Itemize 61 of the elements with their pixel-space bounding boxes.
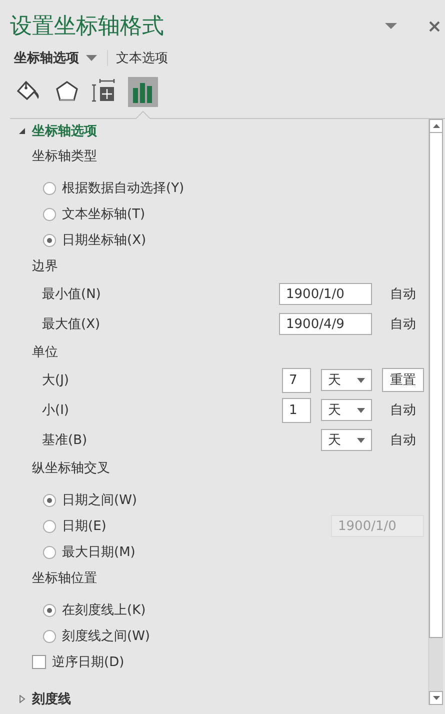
tab[interactable]: 坐标轴选项 [14,49,79,67]
field-label: 小(I) [41,402,70,419]
unit-text: 天 [328,372,341,389]
dropdown-icon[interactable] [385,22,397,30]
radio-label[interactable]: 在刻度线上(K) [62,601,146,619]
number-field[interactable]: 1 [282,398,311,422]
auto-label: 自动 [389,432,417,449]
radio-label[interactable]: 刻度线之间(W) [62,627,150,645]
radio-button[interactable] [43,520,56,532]
group-heading: 坐标轴位置 [32,570,97,587]
unit-dropdown[interactable]: 天 [321,429,372,451]
pane-title: 设置坐标轴格式 [10,13,165,41]
checkbox-label[interactable]: 逆序日期(D) [52,653,124,671]
auto-label: 自动 [389,316,417,333]
caret-icon[interactable] [357,378,365,382]
scroll-down-icon[interactable] [429,691,443,705]
field-label: 最小值(N) [41,286,102,303]
radio-button[interactable] [43,234,56,246]
section-header[interactable]: 刻度线 [32,690,71,708]
reset-button[interactable]: 重置 [382,368,424,392]
group-heading: 边界 [32,258,58,275]
auto-label: 自动 [389,286,417,303]
section-header[interactable]: 坐标轴选项 [32,122,97,140]
scroll-up-icon[interactable] [429,119,443,133]
group-heading: 单位 [32,344,58,361]
unit-text: 天 [328,432,341,449]
group-heading: 坐标轴类型 [32,148,97,165]
number-field[interactable]: 7 [282,368,311,392]
close-icon[interactable] [429,20,440,32]
caret-icon[interactable] [357,408,365,412]
radio-label[interactable]: 文本坐标轴(T) [62,205,146,223]
radio-label[interactable]: 日期之间(W) [62,491,137,509]
expand-triangle-icon[interactable] [18,127,26,135]
scroll-thumb[interactable] [429,133,443,638]
value-field[interactable]: 1900/4/9 [279,313,372,335]
field-label: 基准(B) [41,432,88,449]
radio-label[interactable]: 日期(E) [62,517,106,535]
radio-button[interactable] [43,546,56,558]
unit-dropdown[interactable]: 天 [321,399,372,421]
value-field[interactable]: 1900/1/0 [279,283,372,305]
radio-button[interactable] [43,604,56,616]
field-label: 最大值(X) [41,316,102,333]
checkbox[interactable] [32,655,46,669]
radio-label[interactable]: 日期坐标轴(X) [62,231,146,249]
caret-icon[interactable] [86,55,97,61]
radio-label[interactable]: 根据数据自动选择(Y) [62,179,184,197]
radio-button[interactable] [43,182,56,194]
radio-label[interactable]: 最大日期(M) [62,543,136,561]
group-heading: 纵坐标轴交叉 [32,460,110,477]
bar-chart-icon[interactable] [128,77,158,107]
unit-text: 天 [328,402,341,419]
auto-label: 自动 [389,402,417,419]
radio-button[interactable] [43,630,56,642]
tab[interactable]: 文本选项 [116,49,168,67]
radio-button[interactable] [43,494,56,506]
caret-icon[interactable] [357,438,365,442]
field-label: 大(J) [41,372,70,389]
radio-button[interactable] [43,208,56,220]
scrollbar[interactable] [428,119,443,705]
unit-dropdown[interactable]: 天 [321,369,372,391]
expand-triangle-icon[interactable] [18,695,26,703]
